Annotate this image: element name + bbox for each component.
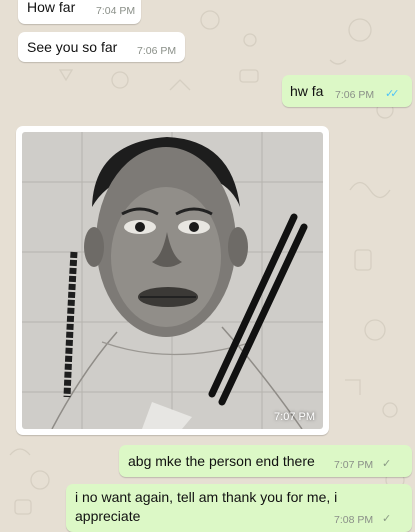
message-text: See you so far [27, 39, 118, 55]
sketch-photo[interactable]: 7:07 PM [22, 132, 323, 429]
message-time: 7:06 PM [335, 89, 375, 101]
message-text: hw fa [290, 83, 324, 99]
message-text: abg mke the person end there [128, 453, 315, 469]
sent-check-icon: ✓ [382, 458, 391, 470]
outgoing-message-hw-fa[interactable]: hw fa 7:06 PM ✓✓ [282, 75, 412, 107]
incoming-message-how-far[interactable]: How far 7:04 PM [18, 0, 141, 24]
message-text-line-2: appreciate [75, 508, 141, 524]
incoming-message-see-you[interactable]: See you so far 7:06 PM [18, 32, 185, 62]
message-time: 7:07 PM [274, 411, 315, 423]
sent-check-icon: ✓ [382, 513, 391, 525]
message-text-line-1: i no want again, tell am thank you for m… [75, 489, 338, 505]
pencil-portrait-drawing [22, 132, 323, 429]
outgoing-message-abg[interactable]: abg mke the person end there 7:07 PM ✓ [119, 445, 412, 477]
message-time: 7:07 PM [334, 459, 374, 471]
outgoing-message-i-no-want[interactable]: i no want again, tell am thank you for m… [66, 484, 412, 532]
message-time: 7:06 PM [137, 45, 177, 57]
message-time: 7:08 PM [334, 514, 374, 526]
read-check-icon: ✓✓ [385, 88, 400, 100]
message-text: How far [27, 0, 76, 15]
message-time: 7:04 PM [96, 5, 136, 17]
